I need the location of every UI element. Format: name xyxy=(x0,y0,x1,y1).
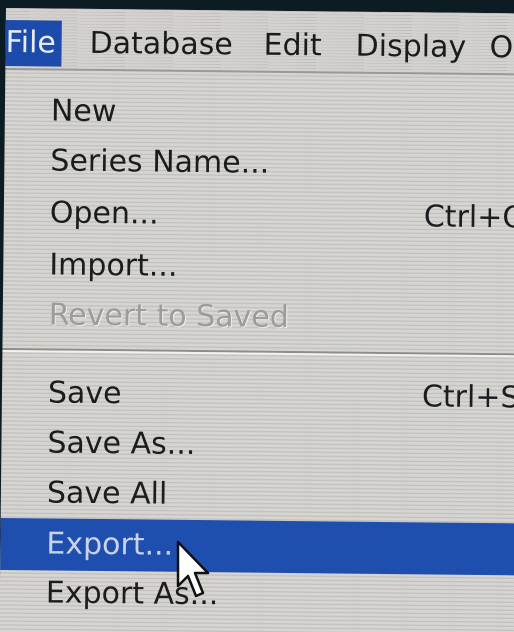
menu-item-label: Save All xyxy=(46,475,168,512)
menu-file[interactable]: File xyxy=(0,19,63,67)
menu-item-label: Revert to Saved xyxy=(48,297,290,335)
menu-item-save-all[interactable]: Save All xyxy=(1,470,514,522)
menu-item-label: New xyxy=(50,93,117,130)
menu-item-label: Save xyxy=(47,375,122,412)
menu-item-series-name[interactable]: Series Name... xyxy=(4,138,514,190)
application-window: File Database Edit Display O New Series … xyxy=(0,8,514,632)
menu-edit[interactable]: Edit xyxy=(257,23,328,70)
menu-item-shortcut: Ctrl+S xyxy=(421,379,514,416)
monitor-photo: File Database Edit Display O New Series … xyxy=(0,0,514,632)
menu-item-label: Import... xyxy=(49,247,178,284)
menu-item-label: Open... xyxy=(49,195,159,232)
menu-item-open[interactable]: Open... Ctrl+O xyxy=(4,190,514,242)
menu-item-save[interactable]: Save Ctrl+S xyxy=(2,370,514,422)
menu-item-shortcut: Ctrl+O xyxy=(423,199,514,236)
menu-item-revert-to-saved: Revert to Saved xyxy=(3,292,514,344)
menu-display[interactable]: Display xyxy=(349,24,472,71)
menu-item-label: Export... xyxy=(46,526,174,563)
arrow-pointer-icon xyxy=(176,540,210,598)
menu-bar: File Database Edit Display O xyxy=(0,8,514,76)
menu-item-new[interactable]: New xyxy=(5,88,514,140)
menu-item-export[interactable]: Export... xyxy=(0,517,514,576)
file-menu-dropdown: New Series Name... Open... Ctrl+O Import… xyxy=(0,70,514,632)
menu-separator xyxy=(2,347,514,358)
menu-item-label: Save As... xyxy=(47,425,196,463)
menu-item-export-as[interactable]: Export As... xyxy=(0,570,514,622)
menu-item-label: Series Name... xyxy=(50,143,270,181)
menu-options[interactable]: O xyxy=(483,25,514,71)
menu-item-import[interactable]: Import... xyxy=(3,242,514,294)
menu-database[interactable]: Database xyxy=(83,21,239,69)
menu-item-save-as[interactable]: Save As... xyxy=(1,420,514,472)
